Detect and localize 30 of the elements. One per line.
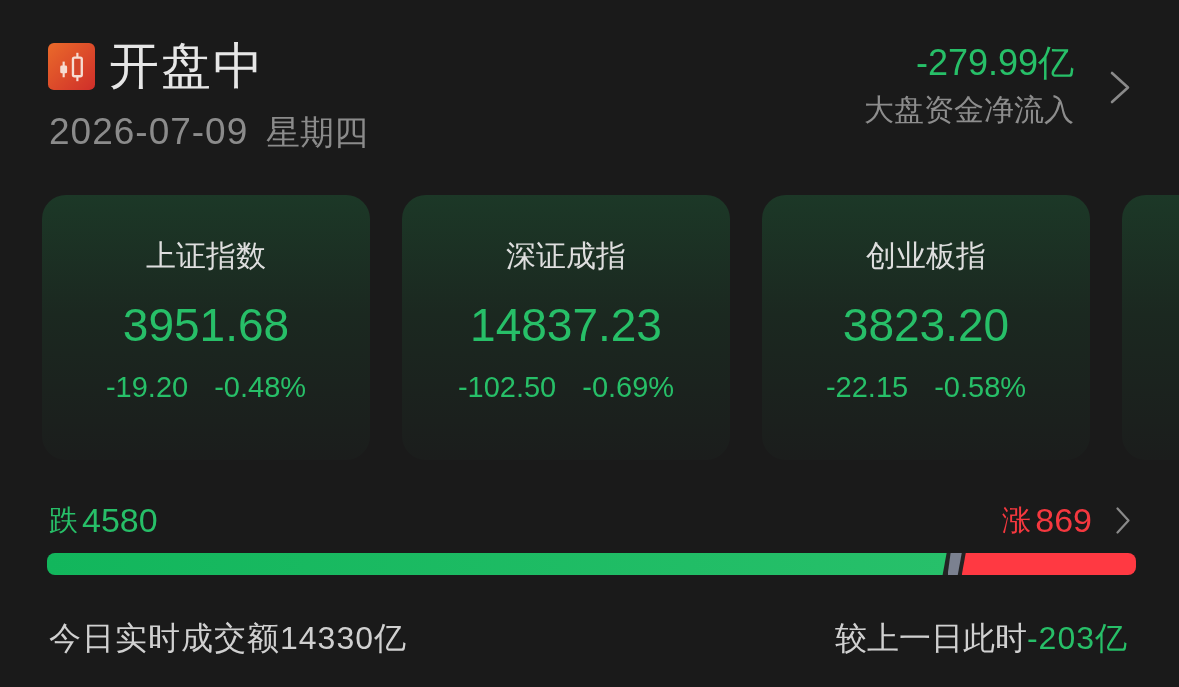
- decline-label: 跌: [49, 503, 78, 538]
- index-name: 深证成指: [506, 238, 626, 274]
- comparison-value: -203亿: [1026, 619, 1128, 658]
- page-title: 开盘中: [109, 37, 265, 96]
- index-card[interactable]: 创业板指 3823.20 -22.15 -0.58%: [762, 195, 1090, 460]
- index-name: 上证指数: [146, 238, 266, 274]
- comparison-label: 较上一日此时: [834, 619, 1027, 658]
- index-change-percent: -0.69%: [582, 370, 675, 405]
- index-value: 3951.68: [122, 298, 290, 353]
- candlestick-chart-icon: [48, 42, 95, 90]
- turnover-text: 今日实时成交额14330亿: [49, 619, 407, 658]
- index-change-percent: -0.48%: [214, 370, 307, 405]
- net-flow-label: 大盘资金净流入: [864, 92, 1074, 128]
- date-text: 2026-07-09: [49, 110, 249, 154]
- index-card[interactable]: 深证成指 14837.23 -102.50 -0.69%: [402, 195, 730, 460]
- index-value: 3823.20: [842, 298, 1010, 353]
- index-change: -102.50: [457, 370, 557, 405]
- index-change: -22.15: [825, 370, 909, 405]
- advance-count: 869: [1035, 500, 1092, 540]
- index-change: -19.20: [105, 370, 189, 405]
- advance-label: 涨: [1002, 503, 1032, 538]
- decline-count: 4580: [82, 500, 158, 540]
- chevron-right-icon[interactable]: [1116, 506, 1130, 534]
- weekday-text: 星期四: [266, 112, 369, 153]
- chevron-right-icon[interactable]: [1110, 70, 1130, 104]
- net-flow-value: -279.99亿: [915, 42, 1074, 84]
- index-change-percent: -0.58%: [934, 370, 1027, 405]
- index-value: 14837.23: [470, 298, 662, 353]
- index-name: 创业板指: [866, 238, 986, 274]
- index-card[interactable]: 上证指数 3951.68 -19.20 -0.48%: [42, 195, 370, 460]
